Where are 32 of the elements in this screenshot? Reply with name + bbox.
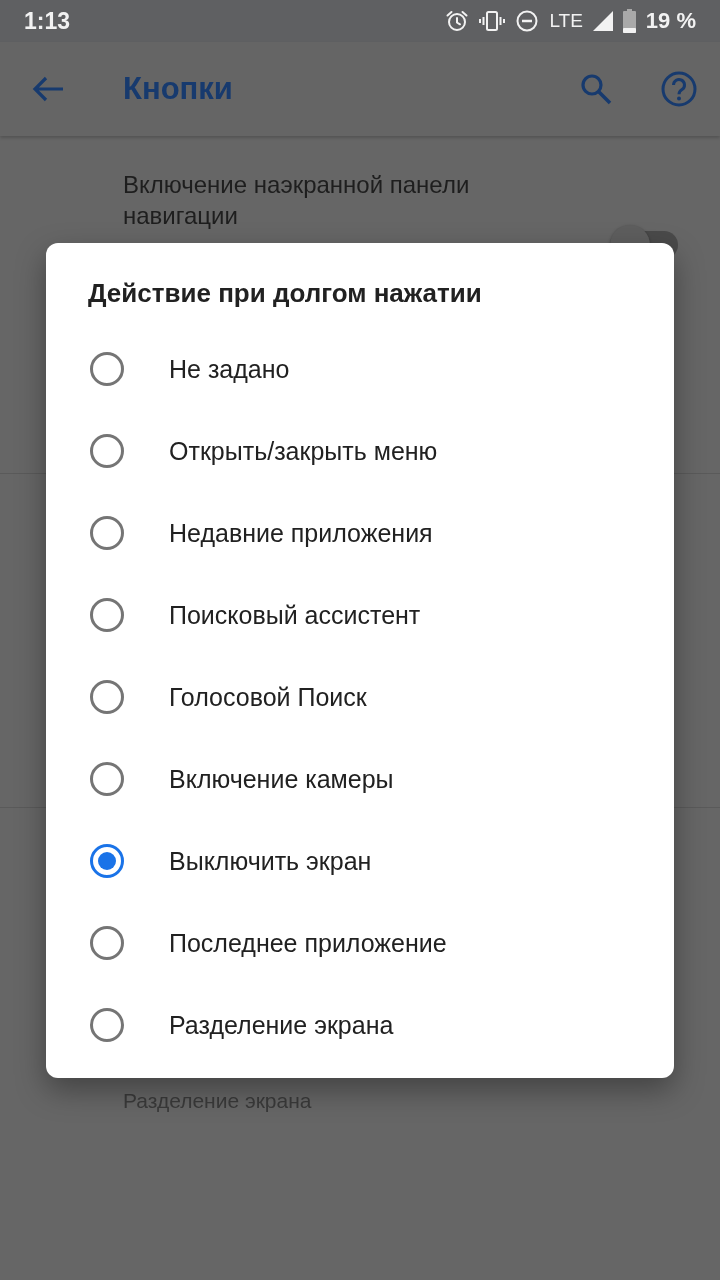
option-label[interactable]: Недавние приложения [169, 518, 433, 548]
radio-button[interactable] [90, 762, 124, 796]
radio-button[interactable] [90, 1008, 124, 1042]
signal-icon [592, 11, 613, 31]
radio-button[interactable] [90, 352, 124, 386]
radio-button[interactable] [90, 926, 124, 960]
help-icon [661, 71, 697, 107]
option-label[interactable]: Включение камеры [169, 764, 394, 794]
search-icon [580, 73, 612, 105]
vibrate-icon [479, 9, 506, 33]
alarm-clock-icon [445, 9, 470, 33]
network-type: LTE [549, 10, 583, 32]
radio-button[interactable] [90, 516, 124, 550]
back-arrow-icon [32, 76, 64, 102]
radio-button[interactable] [90, 434, 124, 468]
screen-title: Кнопки [123, 71, 233, 107]
do-not-disturb-icon [515, 9, 540, 33]
option-label[interactable]: Открыть/закрыть меню [169, 436, 438, 466]
option-label[interactable]: Поисковый ассистент [169, 600, 421, 630]
radio-button[interactable] [90, 844, 124, 878]
radio-button[interactable] [90, 680, 124, 714]
status-time: 1:13 [24, 7, 71, 35]
option-label[interactable]: Последнее приложение [169, 928, 447, 958]
option-label[interactable]: Разделение экрана [169, 1010, 394, 1040]
option-label[interactable]: Голосовой Поиск [169, 682, 367, 712]
radio-button[interactable] [90, 598, 124, 632]
setting-title: Включение наэкранной панели навигации [123, 170, 471, 231]
battery-percentage: 19 % [645, 8, 696, 34]
battery-icon [622, 9, 636, 33]
dialog-title: Действие при долгом нажатии [88, 277, 482, 310]
option-label[interactable]: Выключить экран [169, 846, 372, 876]
option-label[interactable]: Не задано [169, 354, 290, 384]
